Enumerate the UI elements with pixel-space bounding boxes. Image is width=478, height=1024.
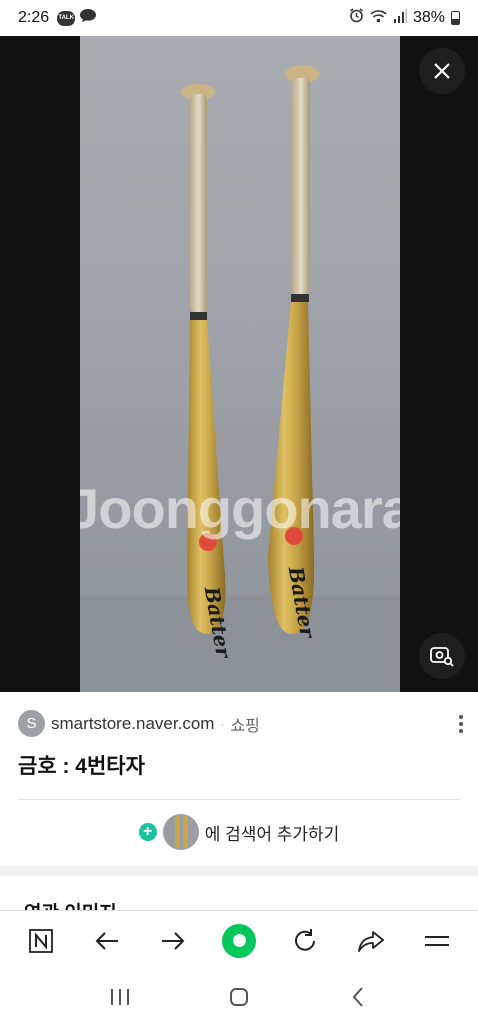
image-thumbnail	[162, 814, 199, 850]
site-favicon: S	[18, 710, 45, 737]
battery-icon	[451, 11, 460, 25]
more-options-icon[interactable]	[458, 714, 464, 733]
signal-icon	[393, 8, 407, 28]
source-row: S smartstore.naver.com · 쇼핑	[18, 710, 464, 737]
browser-toolbar	[0, 910, 478, 970]
green-home-icon	[222, 923, 256, 958]
home-button[interactable]	[217, 975, 261, 1019]
back-icon	[352, 987, 364, 1007]
recent-apps-icon	[110, 989, 129, 1005]
home-icon	[229, 988, 248, 1006]
image-title[interactable]: 금호 : 4번타자	[18, 750, 145, 780]
naver-n-button[interactable]	[19, 919, 63, 963]
add-search-label: 에 검색어 추가하기	[204, 824, 340, 844]
share-icon	[358, 930, 384, 952]
share-button[interactable]	[349, 919, 393, 963]
refresh-button[interactable]	[283, 919, 327, 963]
refresh-icon	[295, 928, 315, 951]
forward-arrow-icon	[162, 931, 185, 950]
talk-icon: TALK	[57, 10, 76, 26]
source-domain-link[interactable]: smartstore.naver.com	[51, 714, 214, 734]
watermark: Joonggonara	[80, 477, 400, 540]
plus-icon: +	[138, 823, 157, 841]
related-images-section: 연관 이미지	[0, 876, 478, 910]
status-bar: 2:26 TALK 38%	[0, 0, 478, 36]
close-icon	[434, 63, 450, 79]
status-time: 2:26	[18, 9, 50, 26]
divider	[18, 799, 460, 800]
close-button[interactable]	[419, 48, 465, 94]
back-arrow-icon	[95, 931, 118, 950]
image-search-icon	[430, 647, 454, 667]
separator: ·	[220, 716, 225, 731]
forward-button[interactable]	[151, 919, 195, 963]
source-category: 쇼핑	[230, 717, 260, 735]
wifi-icon	[370, 9, 387, 28]
green-home-button[interactable]	[217, 919, 261, 963]
related-images-title: 연관 이미지	[24, 898, 117, 910]
recent-apps-button[interactable]	[98, 975, 142, 1019]
back-button[interactable]	[85, 919, 129, 963]
baseball-bats-image: Batter Batter	[80, 65, 400, 692]
image-info-panel: S smartstore.naver.com · 쇼핑 금호 : 4번타자 + …	[0, 692, 478, 866]
system-nav-bar	[0, 970, 478, 1024]
system-back-button[interactable]	[336, 975, 380, 1019]
naver-n-icon	[29, 928, 53, 953]
alarm-icon	[349, 8, 364, 28]
menu-icon	[425, 935, 449, 946]
battery-percent: 38%	[412, 9, 445, 26]
image-viewer: Batter Batter Joonggonara	[0, 36, 478, 692]
chat-bubble-icon	[79, 8, 97, 28]
add-search-term-button[interactable]: + 에 검색어 추가하기	[0, 814, 478, 850]
product-photo[interactable]: Batter Batter Joonggonara	[80, 36, 400, 692]
section-gap	[0, 866, 478, 876]
menu-button[interactable]	[415, 919, 459, 963]
image-search-button[interactable]	[419, 633, 465, 679]
